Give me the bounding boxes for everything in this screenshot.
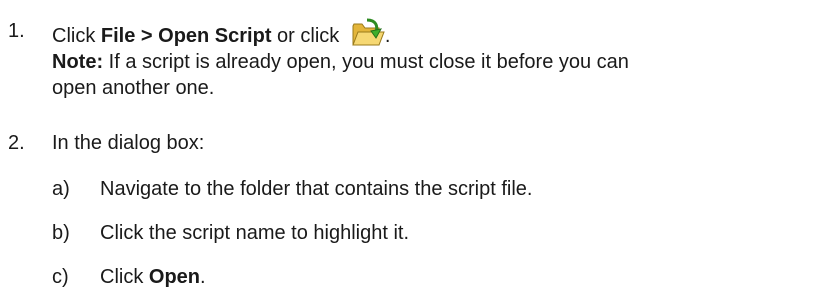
- note-line-2: open another one.: [52, 77, 215, 99]
- substep-text: Navigate to the folder that contains the…: [100, 178, 533, 200]
- note-text-1: If a script is already open, you must cl…: [103, 51, 629, 73]
- step-number: 2.: [8, 132, 25, 154]
- substep-text: Click the script name to highlight it.: [100, 222, 410, 244]
- substep-suffix: .: [200, 266, 206, 288]
- open-folder-icon: [352, 18, 385, 46]
- substep-letter: c): [52, 266, 69, 288]
- step-number: 1.: [8, 20, 25, 42]
- substep-letter: a): [52, 178, 70, 200]
- step-2-instruction: In the dialog box:: [52, 132, 205, 154]
- step-1-body: Click File > Open Script or click . Note…: [52, 18, 822, 101]
- note-line-1: Note: If a script is already open, you m…: [52, 49, 822, 75]
- substep-prefix: Click: [100, 266, 149, 288]
- substep-text: Click Open.: [100, 264, 206, 290]
- note-label: Note:: [52, 51, 104, 73]
- step-1-instruction: Click File > Open Script or click .: [52, 18, 822, 49]
- instruction-mid: or click: [271, 25, 345, 47]
- step-2-body: In the dialog box:: [52, 130, 822, 156]
- instruction-suffix: .: [384, 25, 391, 47]
- menu-path: File > Open Script: [100, 25, 272, 47]
- instruction-prefix: Click: [52, 25, 101, 47]
- open-command: Open: [148, 266, 201, 288]
- substep-letter: b): [52, 222, 70, 244]
